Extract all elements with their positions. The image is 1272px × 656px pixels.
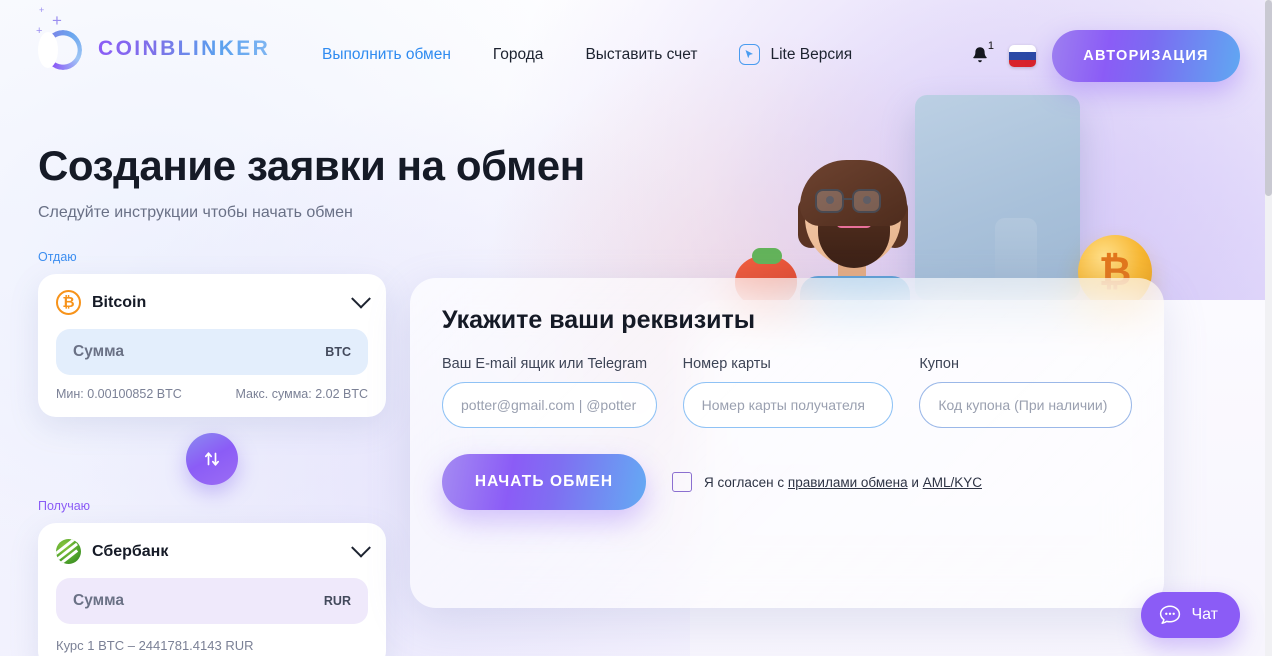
chevron-down-icon[interactable] — [351, 288, 371, 309]
coupon-input[interactable] — [919, 382, 1133, 429]
give-currency-selector[interactable]: ₿ Bitcoin — [56, 290, 146, 315]
chat-label: Чат — [1191, 606, 1218, 623]
receive-currency-selector[interactable]: Сбербанк — [56, 539, 168, 564]
card-number-input[interactable] — [682, 382, 894, 429]
email-input[interactable] — [442, 382, 657, 429]
card-label: Номер карты — [682, 356, 771, 372]
page-subtitle: Следуйте инструкции чтобы начать обмен — [38, 204, 353, 221]
sparkle-icon: + — [39, 5, 45, 15]
email-field-group: Ваш E-mail ящик или Telegram — [442, 353, 657, 429]
nav-item-lite-version[interactable]: Lite Версия — [739, 44, 852, 65]
email-label: Ваш E-mail ящик или Telegram — [442, 356, 648, 372]
sparkle-icon: + — [52, 11, 62, 30]
give-section-label: Отдаю — [38, 250, 77, 264]
page-title: Создание заявки на обмен — [38, 142, 585, 189]
nav-item-lite-label: Lite Версия — [770, 45, 853, 63]
hero-section: Создание заявки на обмен Следуйте инстру… — [38, 142, 585, 222]
give-max-amount: Макс. сумма: 2.02 BTC — [235, 387, 368, 401]
sparkle-icon: + — [36, 25, 43, 37]
give-amount-input[interactable]: Сумма BTC — [56, 329, 368, 375]
logo[interactable]: + + + COINBLINKER — [36, 6, 271, 72]
receive-currency-header[interactable]: Сбербанк — [56, 537, 371, 564]
sberbank-icon — [56, 539, 81, 564]
nav-item-exchange[interactable]: Выполнить обмен — [322, 46, 451, 64]
site-header: + + + COINBLINKER Выполнить обмен Города… — [0, 0, 1272, 110]
give-currency-header[interactable]: ₿ Bitcoin — [56, 288, 371, 315]
receive-currency-name: Сбербанк — [92, 542, 169, 560]
exchange-rate-text: Курс 1 BTC – 2441781.4143 RUR — [56, 638, 254, 653]
nav-item-cities[interactable]: Города — [493, 46, 544, 64]
agreement-conjunction: и — [911, 474, 919, 490]
swap-currencies-button[interactable] — [186, 433, 238, 485]
logo-text: COINBLINKER — [98, 37, 271, 60]
logo-ring-icon: + + + — [36, 6, 84, 72]
receive-ticker: RUR — [323, 594, 351, 608]
give-min-amount: Мин: 0.00100852 BTC — [56, 387, 182, 401]
bell-icon — [973, 47, 987, 63]
receive-section-label: Получаю — [38, 499, 91, 513]
page-root: + + + COINBLINKER Выполнить обмен Города… — [0, 0, 1272, 656]
chat-bubble-icon — [1160, 605, 1181, 624]
swap-row — [38, 433, 386, 485]
agreement-prefix: Я согласен с — [704, 474, 785, 490]
requisites-fields: Ваш E-mail ящик или Telegram Номер карты… — [442, 353, 1133, 429]
requisites-panel: Укажите ваши реквизиты Ваш E-mail ящик и… — [410, 278, 1164, 608]
agreement-row: Я согласен с правилами обмена и AML/KYC — [672, 472, 982, 493]
nav-item-invoice[interactable]: Выставить счет — [585, 46, 697, 64]
card-field-group: Номер карты — [682, 353, 894, 429]
coupon-field-group: Купон — [919, 353, 1133, 429]
receive-currency-card: Сбербанк Сумма RUR Курс 1 BTC – 2441781.… — [38, 523, 386, 656]
chat-button[interactable]: Чат — [1141, 592, 1240, 638]
give-currency-name: Bitcoin — [92, 293, 147, 311]
receive-amount-input[interactable]: Сумма RUR — [56, 578, 368, 624]
form-actions: НАЧАТЬ ОБМЕН Я согласен с правилами обме… — [442, 454, 1132, 511]
swap-arrows-icon — [204, 452, 220, 466]
authorization-button[interactable]: АВТОРИЗАЦИЯ — [1052, 30, 1240, 82]
exchange-rules-link[interactable]: правилами обмена — [788, 475, 908, 490]
coupon-label: Купон — [919, 356, 959, 372]
requisites-title: Укажите ваши реквизиты — [442, 306, 756, 334]
header-actions: 1 АВТОРИЗАЦИЯ — [967, 30, 1240, 82]
bitcoin-icon: ₿ — [56, 290, 81, 315]
chevron-down-icon[interactable] — [351, 537, 371, 558]
agreement-text: Я согласен с правилами обмена и AML/KYC — [704, 475, 982, 490]
start-exchange-button[interactable]: НАЧАТЬ ОБМЕН — [442, 454, 646, 511]
main-nav: Выполнить обмен Города Выставить счет Li… — [322, 44, 852, 65]
aml-kyc-link[interactable]: AML/KYC — [923, 475, 982, 490]
agreement-checkbox[interactable] — [672, 472, 692, 493]
notifications-button[interactable]: 1 — [967, 40, 994, 71]
give-limits: Мин: 0.00100852 BTC Макс. сумма: 2.02 BT… — [56, 387, 368, 401]
page-scrollbar-thumb[interactable] — [1265, 0, 1272, 196]
exchange-column: Отдаю ₿ Bitcoin Сумма BTC Мин: 0.0010085… — [38, 250, 386, 656]
receive-amount-placeholder: Сумма — [73, 592, 124, 609]
language-flag-icon[interactable] — [1009, 45, 1036, 67]
give-amount-placeholder: Сумма — [73, 343, 124, 360]
give-ticker: BTC — [325, 345, 351, 359]
cursor-icon — [739, 44, 761, 65]
give-currency-card: ₿ Bitcoin Сумма BTC Мин: 0.00100852 BTC … — [38, 274, 386, 417]
notifications-badge: 1 — [987, 40, 994, 52]
